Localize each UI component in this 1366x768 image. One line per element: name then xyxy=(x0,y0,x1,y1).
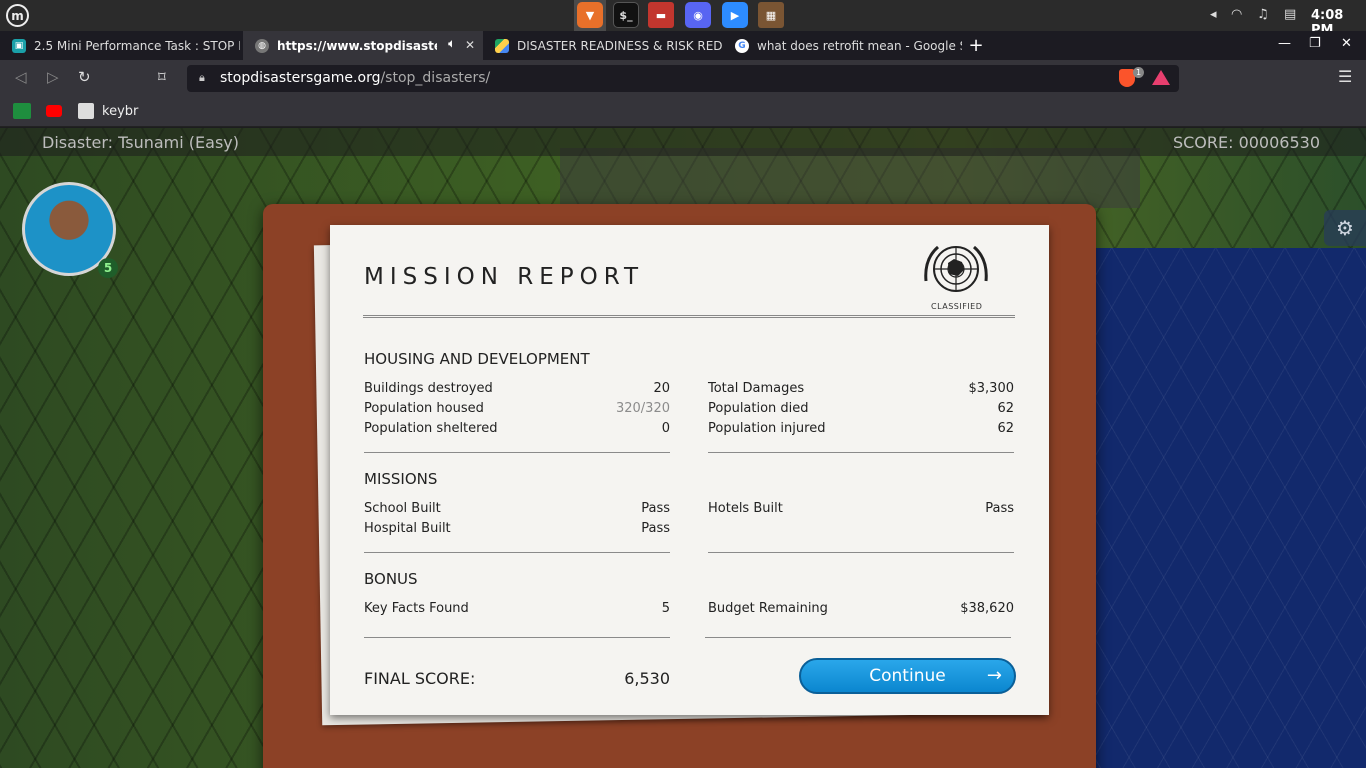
bookmark-keybr-icon[interactable] xyxy=(78,103,94,119)
audio-playing-icon[interactable]: 🔈︎ xyxy=(448,37,455,51)
minecraft-app-icon[interactable]: ▦ xyxy=(758,2,784,28)
stat-label: Budget Remaining xyxy=(708,601,828,616)
stat-value: 0 xyxy=(661,421,670,436)
stat-value: 62 xyxy=(997,401,1014,416)
tab-title: 2.5 Mini Performance Task : STOP D xyxy=(34,38,240,53)
tab-classroom[interactable]: ▣ 2.5 Mini Performance Task : STOP D xyxy=(0,31,240,60)
section-divider xyxy=(364,552,670,553)
missions-heading: MISSIONS xyxy=(364,470,438,488)
final-score-value: 6,530 xyxy=(624,669,670,688)
un-seal-icon xyxy=(924,245,988,292)
stat-value: Pass xyxy=(641,501,670,516)
google-favicon-icon: G xyxy=(735,38,749,53)
lock-icon[interactable]: 🔒︎ xyxy=(199,71,205,85)
classified-label: CLASSIFIED xyxy=(931,302,983,311)
forward-button[interactable]: ▷ xyxy=(47,68,59,86)
tab-title: what does retrofit mean - Google S xyxy=(757,38,962,53)
section-divider xyxy=(364,452,670,453)
clipboard-icon[interactable]: ▤ xyxy=(1284,7,1296,22)
url-path: /stop_disasters/ xyxy=(380,70,491,86)
stat-label: Key Facts Found xyxy=(364,601,469,616)
stat-value: Pass xyxy=(641,521,670,536)
close-window-button[interactable]: ✕ xyxy=(1341,36,1352,51)
stat-label: Total Damages xyxy=(708,381,805,396)
reload-button[interactable]: ↻ xyxy=(78,68,91,86)
bonus-heading: BONUS xyxy=(364,570,418,588)
browser-tab-bar: ▣ 2.5 Mini Performance Task : STOP D ◍ h… xyxy=(0,31,1366,60)
stat-value: 62 xyxy=(997,421,1014,436)
section-divider xyxy=(705,637,1011,638)
section-divider xyxy=(708,552,1014,553)
tab-title: https://www.stopdisasters xyxy=(277,38,437,53)
continue-button[interactable]: Continue → xyxy=(799,658,1016,694)
tab-google[interactable]: G what does retrofit mean - Google S xyxy=(723,31,963,60)
brave-app-icon[interactable]: ▼ xyxy=(577,2,603,28)
stat-value: 20 xyxy=(653,381,670,396)
stat-label: Population injured xyxy=(708,421,826,436)
tab-drrr[interactable]: DISASTER READINESS & RISK REDU xyxy=(483,31,723,60)
minimize-button[interactable]: — xyxy=(1278,36,1291,51)
game-viewport[interactable]: Disaster: Tsunami (Easy) SCORE: 00006530… xyxy=(0,128,1366,768)
stat-value: Pass xyxy=(985,501,1014,516)
report-title: MISSION REPORT xyxy=(364,264,645,290)
mission-report: MISSION REPORT CLASSIFIED HOUSING AND DE… xyxy=(330,225,1049,715)
bookmark-classroom-icon[interactable] xyxy=(13,103,31,119)
bookmarks-bar xyxy=(0,96,1366,127)
wifi-icon[interactable]: ◠ xyxy=(1231,7,1242,22)
stat-label: Buildings destroyed xyxy=(364,381,493,396)
url-host: stopdisastersgame.org xyxy=(220,70,381,86)
stat-label: Population sheltered xyxy=(364,421,498,436)
stat-value: 320/320 xyxy=(615,401,670,416)
menu-icon[interactable]: ☰ xyxy=(1338,67,1352,86)
classroom-favicon-icon: ▣ xyxy=(12,38,26,53)
advisor-level-badge: 5 xyxy=(98,258,118,278)
stat-label: Hospital Built xyxy=(364,521,451,536)
section-divider xyxy=(708,452,1014,453)
terminal-app-icon[interactable]: $_ xyxy=(613,2,639,28)
stat-label: School Built xyxy=(364,501,441,516)
globe-favicon-icon: ◍ xyxy=(255,38,269,53)
close-tab-icon[interactable]: ✕ xyxy=(465,38,475,52)
arrow-right-icon: → xyxy=(986,665,1002,686)
brave-rewards-icon[interactable] xyxy=(1152,70,1170,85)
bookmark-keybr[interactable]: keybr xyxy=(102,104,138,119)
score-counter: SCORE: 00006530 xyxy=(1172,133,1320,152)
housing-heading: HOUSING AND DEVELOPMENT xyxy=(364,350,590,368)
tab-title: DISASTER READINESS & RISK REDU xyxy=(517,38,722,53)
mint-menu-icon[interactable]: m xyxy=(6,4,29,27)
stat-label: Hotels Built xyxy=(708,501,783,516)
files-app-icon[interactable]: ▬ xyxy=(648,2,674,28)
continue-label: Continue xyxy=(869,666,946,686)
new-tab-button[interactable]: + xyxy=(966,31,986,60)
zoom-app-icon[interactable]: ▶ xyxy=(722,2,748,28)
section-divider xyxy=(364,637,670,638)
final-score-label: FINAL SCORE: xyxy=(364,669,476,688)
road-terrain xyxy=(560,148,1140,208)
tray-expand-icon[interactable]: ◂ xyxy=(1210,7,1217,22)
maximize-button[interactable]: ❐ xyxy=(1309,36,1321,51)
title-divider xyxy=(363,315,1015,318)
disaster-label: Disaster: Tsunami (Easy) xyxy=(42,133,239,152)
bookmark-icon[interactable]: ⌑ xyxy=(158,68,166,86)
settings-gear-icon[interactable]: ⚙ xyxy=(1324,210,1366,246)
discord-app-icon[interactable]: ◉ xyxy=(685,2,711,28)
tab-stopdisasters[interactable]: ◍ https://www.stopdisasters 🔈︎ ✕ xyxy=(243,31,483,60)
stat-value: 5 xyxy=(661,601,670,616)
drive-favicon-icon xyxy=(495,38,509,53)
stat-label: Population housed xyxy=(364,401,484,416)
stat-value: $38,620 xyxy=(960,601,1014,616)
music-icon[interactable]: ♫ xyxy=(1257,7,1269,22)
stat-value: $3,300 xyxy=(968,381,1015,396)
system-top-panel: m ▼ $_ ▬ ◉ ▶ ▦ ◂ ◠ ♫ ▤ 4:08 PM xyxy=(0,0,1366,38)
bookmark-youtube-icon[interactable] xyxy=(46,105,62,117)
url-text[interactable]: stopdisastersgame.org/stop_disasters/ xyxy=(220,70,490,86)
shield-count-badge: 1 xyxy=(1133,67,1144,78)
back-button[interactable]: ◁ xyxy=(15,68,27,86)
stat-label: Population died xyxy=(708,401,809,416)
